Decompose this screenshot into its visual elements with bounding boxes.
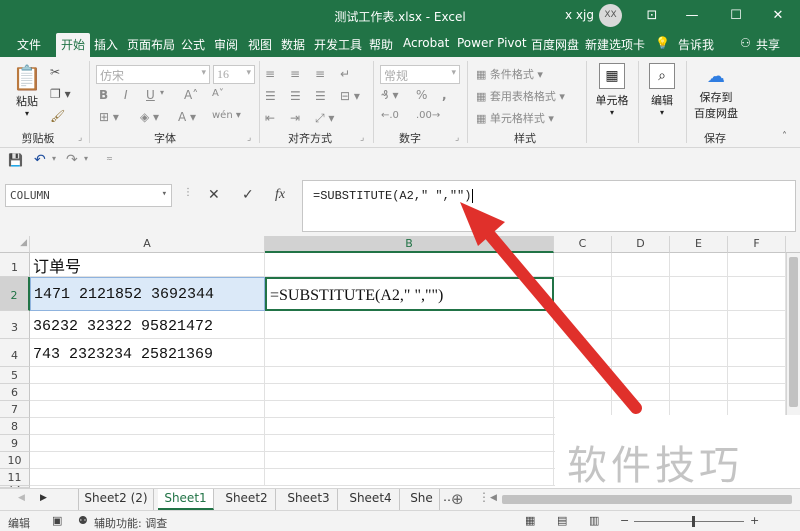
splitter-icon[interactable]: ⋮ xyxy=(478,490,490,504)
sheet-tab[interactable]: Sheet3 xyxy=(280,489,338,510)
page-layout-view-icon[interactable]: ▤ xyxy=(557,514,567,527)
macro-record-icon[interactable]: ▣ xyxy=(52,514,62,527)
sheet-tab[interactable]: Sheet2 xyxy=(218,489,276,510)
red-arrow-annotation xyxy=(460,202,642,414)
page-break-view-icon[interactable]: ▥ xyxy=(589,514,599,527)
arrow-shaft xyxy=(478,222,642,414)
zoom-slider[interactable] xyxy=(634,516,744,527)
sheet-tab-active[interactable]: Sheet1 xyxy=(158,489,214,510)
normal-view-icon[interactable]: ▦ xyxy=(525,514,535,527)
sheet-tab[interactable]: Sheet2 (2) xyxy=(78,489,154,510)
status-bar: 编辑 ▣ ⚉ 辅助功能: 调查 ▦ ▤ ▥ − + xyxy=(0,510,800,531)
scroll-left-icon[interactable]: ◀ xyxy=(18,493,25,503)
status-mode: 编辑 xyxy=(8,517,30,530)
add-sheet-icon[interactable]: ⊕ xyxy=(451,490,464,508)
horizontal-scrollbar-thumb[interactable] xyxy=(502,495,792,504)
accessibility-icon[interactable]: ⚉ xyxy=(78,514,88,527)
sheet-tab[interactable]: She xyxy=(404,489,440,510)
zoom-out-icon[interactable]: − xyxy=(620,514,629,527)
sheet-tab-bar: ◀ ▶ Sheet2 (2) Sheet1 Sheet2 Sheet3 Shee… xyxy=(0,488,800,510)
accessibility-status[interactable]: 辅助功能: 调查 xyxy=(94,515,167,531)
hscroll-left-icon[interactable]: ◀ xyxy=(490,493,497,503)
zoom-in-icon[interactable]: + xyxy=(750,514,759,527)
sheet-tab[interactable]: Sheet4 xyxy=(342,489,400,510)
scroll-right-icon[interactable]: ▶ xyxy=(40,493,47,503)
zoom-slider-thumb[interactable] xyxy=(692,516,695,527)
